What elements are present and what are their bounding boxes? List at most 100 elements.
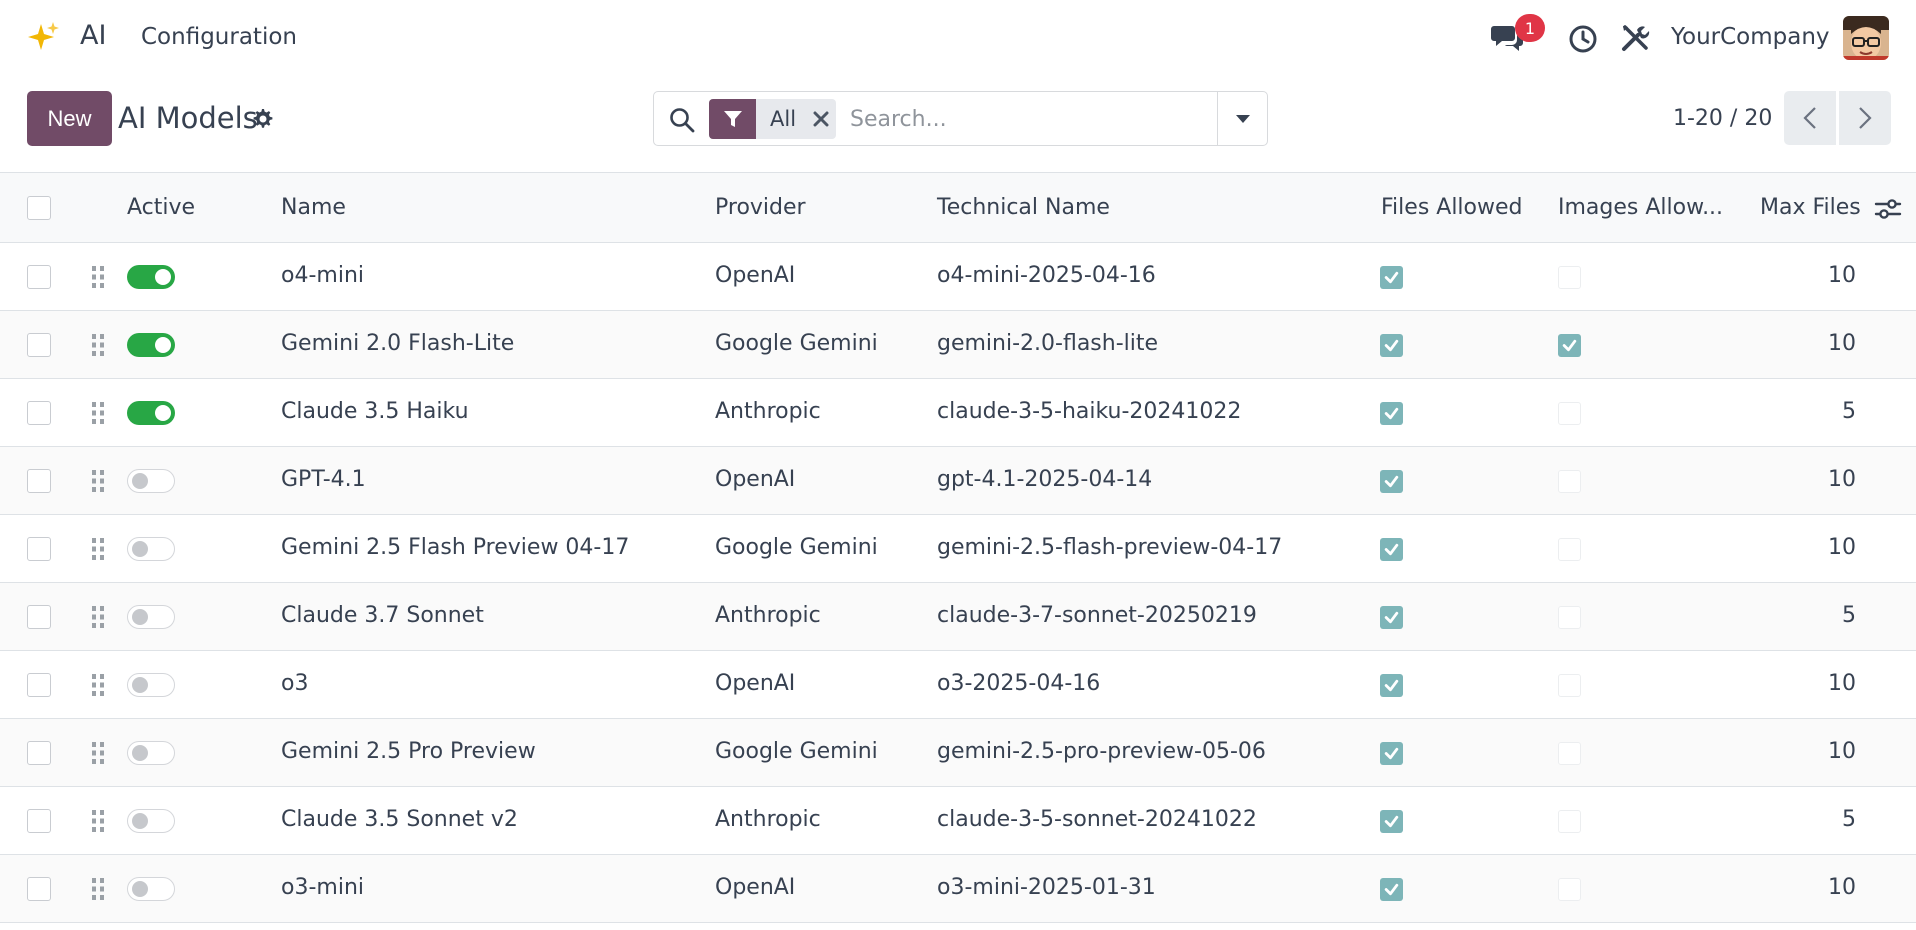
images-allowed-checkbox (1558, 538, 1581, 561)
column-header-files-allowed[interactable]: Files Allowed (1381, 195, 1523, 220)
row-select-checkbox[interactable] (27, 809, 51, 833)
row-select-checkbox[interactable] (27, 537, 51, 561)
active-toggle[interactable] (127, 401, 175, 425)
cell-provider: Google Gemini (715, 331, 878, 356)
files-allowed-checkbox (1380, 674, 1403, 697)
close-icon[interactable] (806, 99, 836, 139)
table-row[interactable]: Gemini 2.5 Pro Preview Google Gemini gemin… (0, 719, 1916, 787)
images-allowed-checkbox (1558, 674, 1581, 697)
toggle-knob (132, 813, 148, 829)
app-name[interactable]: AI (80, 20, 106, 51)
notification-badge: 1 (1515, 14, 1545, 42)
drag-handle-icon[interactable] (90, 808, 106, 834)
column-settings-icon[interactable] (1874, 197, 1902, 221)
drag-handle-icon[interactable] (90, 672, 106, 698)
gear-icon[interactable] (250, 107, 274, 131)
search-input[interactable] (850, 102, 1190, 136)
column-header-provider[interactable]: Provider (715, 195, 806, 220)
row-select-checkbox[interactable] (27, 877, 51, 901)
active-toggle[interactable] (127, 537, 175, 561)
chevron-right-icon (1859, 107, 1872, 129)
sparkles-icon[interactable] (27, 20, 61, 54)
caret-down-icon (1235, 114, 1250, 123)
pager-next-button[interactable] (1839, 91, 1891, 145)
cell-technical-name: claude-3-7-sonnet-20250219 (937, 603, 1257, 628)
row-select-checkbox[interactable] (27, 265, 51, 289)
menu-configuration[interactable]: Configuration (141, 24, 297, 50)
cell-technical-name: gemini-2.5-flash-preview-04-17 (937, 535, 1283, 560)
cell-provider: OpenAI (715, 671, 796, 696)
row-select-checkbox[interactable] (27, 469, 51, 493)
files-allowed-checkbox (1380, 470, 1403, 493)
cell-max-files: 10 (1828, 671, 1856, 696)
table-row[interactable]: Claude 3.5 Haiku Anthropic claude-3-5-haik… (0, 379, 1916, 447)
active-toggle[interactable] (127, 469, 175, 493)
tools-icon[interactable] (1620, 23, 1650, 53)
search-icon[interactable] (668, 106, 696, 134)
cell-max-files: 5 (1842, 807, 1856, 832)
pager-previous-button[interactable] (1784, 91, 1836, 145)
clock-icon[interactable] (1568, 24, 1598, 54)
facet-value: All (770, 107, 797, 131)
active-toggle[interactable] (127, 741, 175, 765)
active-toggle[interactable] (127, 333, 175, 357)
active-toggle[interactable] (127, 673, 175, 697)
drag-handle-icon[interactable] (90, 740, 106, 766)
select-all-checkbox[interactable] (27, 196, 51, 220)
cell-name: Gemini 2.5 Flash Preview 04-17 (281, 535, 630, 560)
pager-value[interactable]: 1-20 / 20 (1673, 106, 1772, 131)
column-header-images-allowed[interactable]: Images Allow... (1558, 195, 1723, 220)
drag-handle-icon[interactable] (90, 468, 106, 494)
column-header-max-files[interactable]: Max Files (1760, 195, 1861, 220)
active-toggle[interactable] (127, 877, 175, 901)
user-avatar[interactable] (1843, 16, 1889, 60)
toggle-knob (132, 745, 148, 761)
table-row[interactable]: o3 OpenAI o3-2025-04-16 10 (0, 651, 1916, 719)
table-row[interactable]: GPT-4.1 OpenAI gpt-4.1-2025-04-14 10 (0, 447, 1916, 515)
drag-handle-icon[interactable] (90, 876, 106, 902)
files-allowed-checkbox (1380, 742, 1403, 765)
files-allowed-checkbox (1380, 266, 1403, 289)
active-toggle[interactable] (127, 809, 175, 833)
row-select-checkbox[interactable] (27, 605, 51, 629)
column-header-technical-name[interactable]: Technical Name (937, 195, 1110, 220)
active-toggle[interactable] (127, 265, 175, 289)
row-select-checkbox[interactable] (27, 741, 51, 765)
column-header-active[interactable]: Active (127, 195, 195, 220)
drag-handle-icon[interactable] (90, 332, 106, 358)
table-row[interactable]: o3-mini OpenAI o3-mini-2025-01-31 10 (0, 855, 1916, 923)
cell-technical-name: claude-3-5-sonnet-20241022 (937, 807, 1257, 832)
table-row[interactable]: Claude 3.5 Sonnet v2 Anthropic claude-3-5-… (0, 787, 1916, 855)
images-allowed-checkbox (1558, 334, 1581, 357)
toggle-knob (132, 881, 148, 897)
table-row[interactable]: Gemini 2.0 Flash-Lite Google Gemini gemini… (0, 311, 1916, 379)
row-select-checkbox[interactable] (27, 333, 51, 357)
images-allowed-checkbox (1558, 470, 1581, 493)
row-select-checkbox[interactable] (27, 401, 51, 425)
new-button[interactable]: New (27, 91, 112, 146)
cell-name: Claude 3.5 Sonnet v2 (281, 807, 518, 832)
top-navbar: AI Configuration 1 YourCompany (0, 0, 1916, 78)
drag-handle-icon[interactable] (90, 264, 106, 290)
cell-technical-name: o3-mini-2025-01-31 (937, 875, 1156, 900)
cell-max-files: 5 (1842, 603, 1856, 628)
column-header-name[interactable]: Name (281, 195, 346, 220)
search-options-toggle[interactable] (1217, 92, 1267, 145)
images-allowed-checkbox (1558, 810, 1581, 833)
active-toggle[interactable] (127, 605, 175, 629)
drag-handle-icon[interactable] (90, 536, 106, 562)
table-row[interactable]: o4-mini OpenAI o4-mini-2025-04-16 10 (0, 243, 1916, 311)
table-row[interactable]: Claude 3.7 Sonnet Anthropic claude-3-7-son… (0, 583, 1916, 651)
cell-name: o3 (281, 671, 309, 696)
cell-provider: Anthropic (715, 399, 821, 424)
cell-technical-name: o3-2025-04-16 (937, 671, 1101, 696)
row-select-checkbox[interactable] (27, 673, 51, 697)
cell-name: GPT-4.1 (281, 467, 366, 492)
drag-handle-icon[interactable] (90, 400, 106, 426)
toggle-knob (155, 269, 171, 285)
chevron-left-icon (1803, 107, 1816, 129)
images-allowed-checkbox (1558, 742, 1581, 765)
company-switcher[interactable]: YourCompany (1671, 24, 1830, 50)
table-row[interactable]: Gemini 2.5 Flash Preview 04-17 Google Gem… (0, 515, 1916, 583)
drag-handle-icon[interactable] (90, 604, 106, 630)
